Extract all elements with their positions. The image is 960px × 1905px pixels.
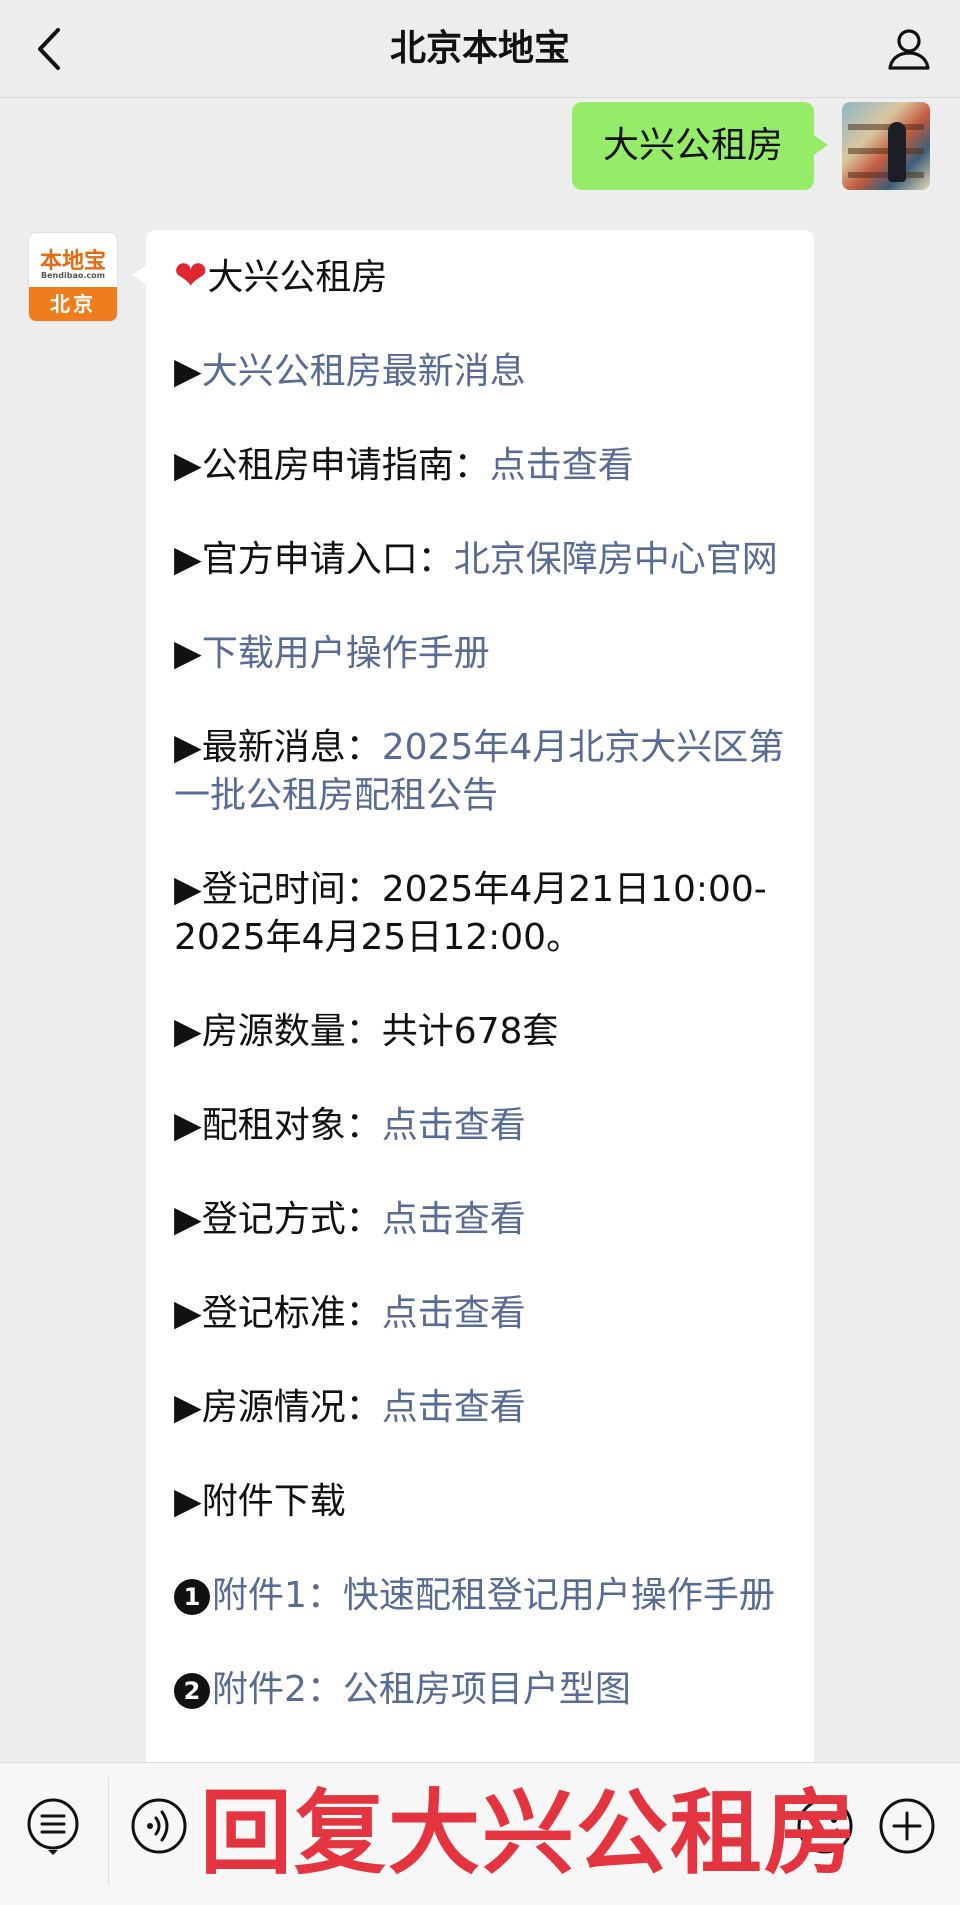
guide-link[interactable]: 点击查看 (490, 445, 634, 486)
incoming-message-bubble: ❤大兴公租房 ▶大兴公租房最新消息 ▶公租房申请指南：点击查看 ▶官方申请入口：… (132, 230, 814, 1790)
triangle-bullet-icon: ▶ (174, 633, 202, 674)
item-label: 房源数量： (201, 1011, 382, 1052)
item-label: 登记方式： (201, 1199, 382, 1240)
registration-standard-link[interactable]: 点击查看 (382, 1293, 526, 1334)
triangle-bullet-icon: ▶ (174, 869, 202, 910)
list-item: ▶登记方式：点击查看 (174, 1196, 794, 1244)
person-icon[interactable] (884, 24, 934, 74)
reply-content: ❤大兴公租房 ▶大兴公租房最新消息 ▶公租房申请指南：点击查看 ▶官方申请入口：… (174, 252, 794, 1760)
list-item: ▶下载用户操作手册 (174, 630, 794, 678)
list-item: ▶配租对象：点击查看 (174, 1102, 794, 1150)
number-2-icon: 2 (174, 1673, 210, 1709)
attachment-item: 1 附件1：快速配租登记用户操作手册 (174, 1572, 794, 1620)
avatar-logo-sub: Bendibao.com (41, 271, 105, 280)
eligibility-link[interactable]: 点击查看 (382, 1105, 526, 1146)
item-label: 房源情况： (201, 1387, 382, 1428)
item-label: 登记时间： (201, 869, 382, 910)
triangle-bullet-icon: ▶ (174, 1199, 202, 1240)
list-item: ▶登记标准：点击查看 (174, 1290, 794, 1338)
item-label: 配租对象： (201, 1105, 382, 1146)
registration-method-link[interactable]: 点击查看 (382, 1199, 526, 1240)
list-item: ▶公租房申请指南：点击查看 (174, 442, 794, 490)
item-label: 公租房申请指南： (201, 445, 490, 486)
triangle-bullet-icon: ▶ (174, 351, 202, 392)
item-label: 最新消息： (201, 727, 382, 768)
item-value: 共计678套 (381, 1011, 559, 1052)
list-item: ▶房源情况：点击查看 (174, 1384, 794, 1432)
triangle-bullet-icon: ▶ (174, 1293, 202, 1334)
official-site-link[interactable]: 北京保障房中心官网 (454, 539, 778, 580)
attachment-item: 2 附件2：公租房项目户型图 (174, 1666, 794, 1714)
heart-icon: ❤ (174, 253, 208, 299)
manual-download-link[interactable]: 下载用户操作手册 (202, 633, 490, 674)
attachment-1-link[interactable]: 附件1：快速配租登记用户操作手册 (212, 1575, 775, 1616)
housing-info-link[interactable]: 点击查看 (382, 1387, 526, 1428)
item-label: 登记标准： (201, 1293, 382, 1334)
chat-title: 北京本地宝 (389, 28, 570, 69)
attachment-2-link[interactable]: 附件2：公租房项目户型图 (212, 1669, 631, 1710)
latest-news-link[interactable]: 大兴公租房最新消息 (202, 351, 526, 392)
reply-title-row: ❤大兴公租房 (174, 252, 794, 302)
triangle-bullet-icon: ▶ (174, 1011, 202, 1052)
list-item: ▶大兴公租房最新消息 (174, 348, 794, 396)
item-label: 官方申请入口： (201, 539, 454, 580)
list-menu-icon[interactable] (22, 1795, 84, 1857)
nav-bar: 北京本地宝 (0, 0, 960, 98)
triangle-bullet-icon: ▶ (174, 1387, 202, 1428)
user-avatar[interactable] (842, 102, 930, 190)
triangle-bullet-icon: ▶ (174, 727, 202, 768)
triangle-bullet-icon: ▶ (174, 1105, 202, 1146)
reply-title: 大兴公租房 (207, 257, 388, 298)
list-item: ▶登记时间：2025年4月21日10:00-2025年4月25日12:00。 (174, 866, 794, 962)
item-label: 附件下载 (201, 1481, 346, 1522)
outgoing-message-bubble[interactable]: 大兴公租房 (572, 102, 828, 190)
triangle-bullet-icon: ▶ (174, 445, 202, 486)
triangle-bullet-icon: ▶ (174, 1481, 202, 1522)
toolbar-divider (108, 1777, 109, 1885)
number-1-icon: 1 (174, 1579, 210, 1615)
triangle-bullet-icon: ▶ (174, 539, 202, 580)
list-item: ▶房源数量：共计678套 (174, 1008, 794, 1056)
list-item: ▶官方申请入口：北京保障房中心官网 (174, 536, 794, 584)
avatar-city: 北京 (29, 287, 117, 321)
list-item: ▶最新消息：2025年4月北京大兴区第一批公租房配租公告 (174, 724, 794, 820)
voice-icon[interactable] (128, 1795, 190, 1857)
plus-icon[interactable] (876, 1795, 938, 1857)
reply-keyword-overlay: 回复大兴公租房 (200, 1780, 859, 1887)
official-account-avatar[interactable]: 本地宝 Bendibao.com 北京 (28, 232, 118, 322)
list-item: ▶附件下载 (174, 1478, 794, 1526)
